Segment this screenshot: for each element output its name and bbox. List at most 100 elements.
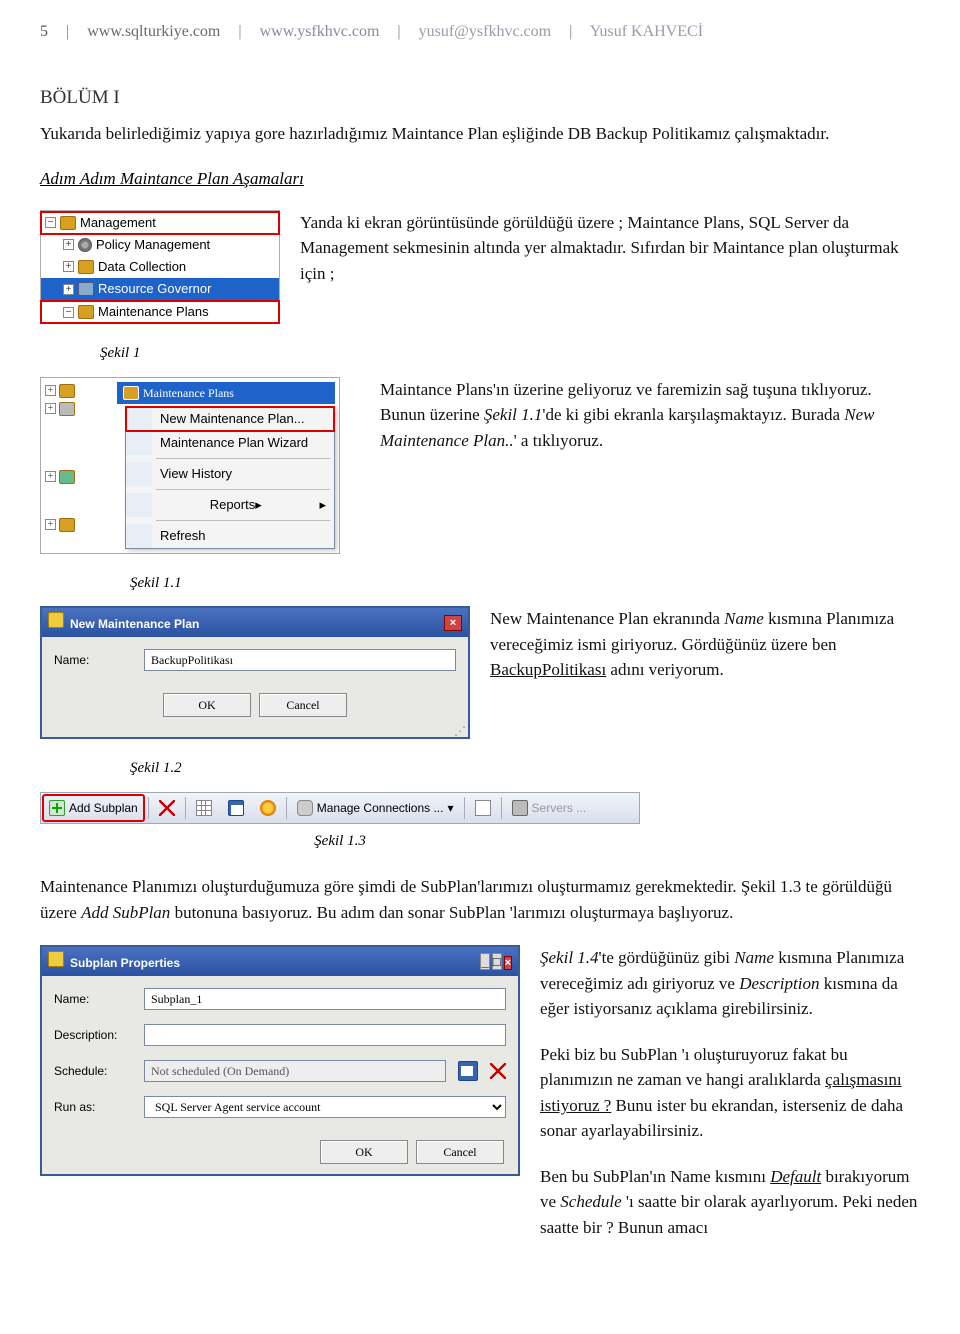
tree-item-management[interactable]: − Management <box>41 212 279 234</box>
tree-label: Management <box>80 214 156 232</box>
toolbar-schedule-button[interactable] <box>222 796 250 820</box>
sep: | <box>66 23 69 40</box>
tree-toggle-icon[interactable]: + <box>45 519 56 530</box>
tree-item-resource-governor[interactable]: + Resource Governor <box>41 278 279 300</box>
toolbar-grid-button[interactable] <box>190 796 218 820</box>
subplan-schedule-input[interactable] <box>144 1060 446 1082</box>
manage-connections-button[interactable]: Manage Connections ... ▾ <box>291 795 460 821</box>
context-menu-description: Maintance Plans'ın üzerine geliyoruz ve … <box>380 377 920 454</box>
menu-separator <box>156 458 330 459</box>
figure-label-1: Şekil 1 <box>100 342 920 365</box>
dialog-titlebar[interactable]: New Maintenance Plan × <box>42 608 468 637</box>
ok-button[interactable]: OK <box>320 1140 408 1164</box>
subplan-paragraph-3: Ben bu SubPlan'ın Name kısmını Default b… <box>540 1164 920 1241</box>
subplan-description-input[interactable] <box>144 1024 506 1046</box>
server-icon <box>512 800 528 816</box>
maintenance-plan-toolbar: Add Subplan Manage Connections ... ▾ Ser… <box>40 792 640 824</box>
toolbar-separator <box>286 797 287 819</box>
context-menu: New Maintenance Plan... Maintenance Plan… <box>125 406 335 549</box>
sep: | <box>569 23 572 40</box>
menu-item-maintenance-plan-wizard[interactable]: Maintenance Plan Wizard <box>126 431 334 455</box>
dialog-titlebar[interactable]: Subplan Properties _□× <box>42 947 518 976</box>
name-label: Name: <box>54 651 132 669</box>
runas-label: Run as: <box>54 1098 132 1116</box>
folder-icon <box>123 386 139 400</box>
toolbar-doc-button[interactable] <box>469 796 497 820</box>
name-input[interactable] <box>144 649 456 671</box>
maximize-icon[interactable]: □ <box>492 953 502 970</box>
new-maintenance-plan-dialog: New Maintenance Plan × Name: OK Cancel ⋰ <box>40 606 470 739</box>
tree-toggle-icon[interactable]: + <box>63 284 74 295</box>
folder-icon <box>60 216 76 230</box>
schedule-picker-icon[interactable] <box>458 1061 478 1081</box>
doc-icon <box>475 800 491 816</box>
dialog-title: New Maintenance Plan <box>70 617 199 631</box>
tree-item-maintenance-plans-selected[interactable]: Maintenance Plans <box>117 382 335 404</box>
delete-subplan-button[interactable] <box>153 796 181 820</box>
spark-icon <box>260 800 276 816</box>
link-sqlturkiye: www.sqlturkiye.com <box>87 23 220 40</box>
link-icon <box>297 800 313 816</box>
calendar-icon <box>228 800 244 816</box>
author-name: Yusuf KAHVECİ <box>590 23 703 40</box>
ssms-tree-screenshot: − Management + Policy Management + Data … <box>40 210 280 325</box>
resource-icon <box>78 282 94 296</box>
folder-icon <box>59 402 75 416</box>
menu-separator <box>156 489 330 490</box>
sep: | <box>397 23 400 40</box>
tree-toggle-icon[interactable]: + <box>45 385 56 396</box>
tree-label: Resource Governor <box>98 280 211 298</box>
tree-toggle-icon[interactable]: − <box>45 217 56 228</box>
toolbar-separator <box>185 797 186 819</box>
tree-toggle-icon[interactable]: − <box>63 307 74 318</box>
minimize-icon[interactable]: _ <box>480 953 489 970</box>
ok-button[interactable]: OK <box>163 693 251 717</box>
servers-button[interactable]: Servers ... <box>506 795 593 821</box>
tree-label: Maintenance Plans <box>143 384 234 402</box>
add-subplan-button[interactable]: Add Subplan <box>43 795 144 821</box>
tree-toggle-icon[interactable]: + <box>63 239 74 250</box>
tree-description: Yanda ki ekran görüntüsünde görüldüğü üz… <box>300 210 920 287</box>
plus-icon <box>49 800 65 816</box>
folder-icon <box>59 518 75 532</box>
tree-toggle-icon[interactable]: + <box>45 471 56 482</box>
menu-item-refresh[interactable]: Refresh <box>126 524 334 548</box>
section-title: BÖLÜM I <box>40 84 920 113</box>
name-label: Name: <box>54 990 132 1008</box>
resize-grip-icon[interactable]: ⋰ <box>42 727 468 737</box>
tree-label: Maintenance Plans <box>98 303 209 321</box>
tree-item-data-collection[interactable]: + Data Collection <box>41 256 279 278</box>
menu-item-view-history[interactable]: View History <box>126 462 334 486</box>
cancel-button[interactable]: Cancel <box>416 1140 504 1164</box>
close-icon[interactable]: × <box>444 615 462 631</box>
context-menu-screenshot: + + + + <box>40 377 360 554</box>
dialog-icon <box>48 612 64 628</box>
subheading: Adım Adım Maintance Plan Aşamaları <box>40 166 920 192</box>
figure-label-1-2: Şekil 1.2 <box>130 757 920 780</box>
grid-icon <box>196 800 212 816</box>
add-subplan-label: Add Subplan <box>69 799 138 817</box>
description-label: Description: <box>54 1026 132 1044</box>
menu-separator <box>156 520 330 521</box>
servers-label: Servers ... <box>532 799 587 817</box>
tree-item-maintenance-plans[interactable]: − Maintenance Plans <box>41 301 279 323</box>
cancel-button[interactable]: Cancel <box>259 693 347 717</box>
page-header: 5 | www.sqlturkiye.com | www.ysfkhvc.com… <box>40 20 920 44</box>
schedule-label: Schedule: <box>54 1062 132 1080</box>
tree-toggle-icon[interactable]: + <box>63 261 74 272</box>
folder-icon <box>59 470 75 484</box>
x-icon <box>159 800 175 816</box>
toolbar-separator <box>148 797 149 819</box>
clear-schedule-icon[interactable] <box>490 1063 506 1079</box>
subplan-name-input[interactable] <box>144 988 506 1010</box>
toolbar-spark-button[interactable] <box>254 796 282 820</box>
subplan-paragraph-2: Peki biz bu SubPlan 'ı oluşturuyoruz fak… <box>540 1042 920 1144</box>
tree-toggle-icon[interactable]: + <box>45 403 56 414</box>
menu-item-new-maintenance-plan[interactable]: New Maintenance Plan... <box>126 407 334 431</box>
dialog-icon <box>48 951 64 967</box>
tree-label: Policy Management <box>96 236 210 254</box>
runas-select[interactable]: SQL Server Agent service account <box>144 1096 506 1118</box>
tree-item-policy[interactable]: + Policy Management <box>41 234 279 256</box>
menu-item-reports[interactable]: Reports▸ <box>126 493 334 517</box>
close-icon[interactable]: × <box>504 956 512 970</box>
